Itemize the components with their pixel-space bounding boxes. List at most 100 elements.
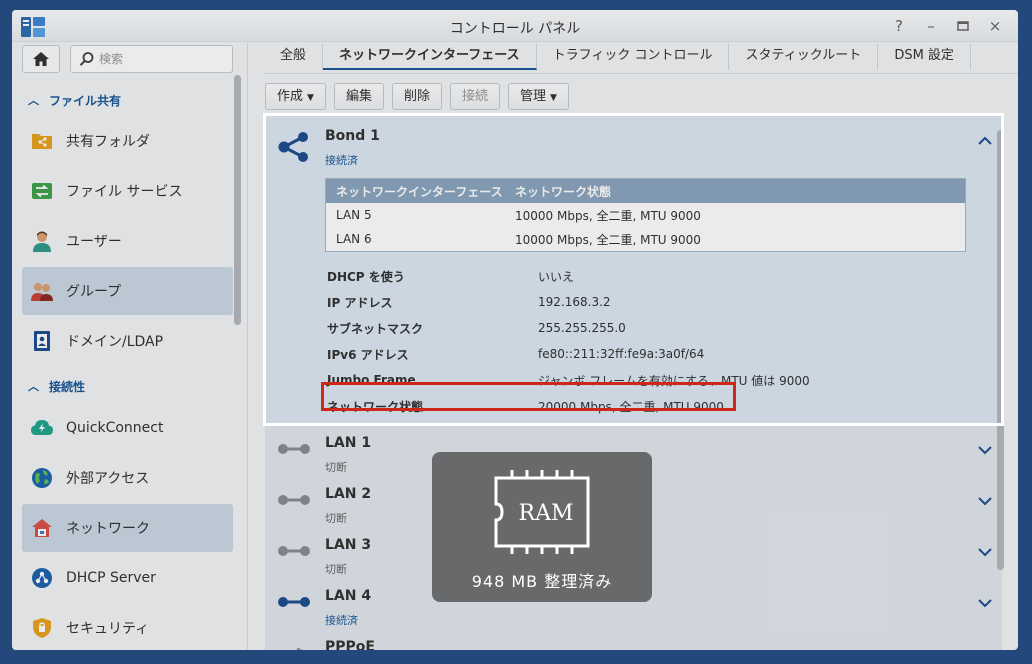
help-button[interactable]: ? xyxy=(888,15,910,37)
create-button[interactable]: 作成 ▼ xyxy=(265,83,326,110)
sidebar: ︿ ファイル共有 共有フォルダ ファイル サービス ユーザー グループ xyxy=(12,43,248,650)
sidebar-item-domain-ldap[interactable]: ドメイン/LDAP xyxy=(22,317,233,365)
close-button[interactable]: × xyxy=(984,15,1006,37)
table-row[interactable]: LAN 6 10000 Mbps, 全二重, MTU 9000 xyxy=(326,227,965,251)
dhcp-server-icon xyxy=(30,566,54,590)
cell-state: 10000 Mbps, 全二重, MTU 9000 xyxy=(515,208,701,223)
ram-chip-label: RAM xyxy=(519,501,574,526)
sidebar-item-label: 外部アクセス xyxy=(66,471,150,487)
cell-interface: LAN 5 xyxy=(336,208,372,222)
detail-key: IPv6 アドレス xyxy=(327,347,409,362)
toolbar: 作成 ▼ 編集 削除 接続 管理 ▼ xyxy=(265,83,569,111)
sidebar-item-dhcp-server[interactable]: DHCP Server xyxy=(22,554,233,602)
bond-status: 接続済 xyxy=(325,154,358,167)
interface-status: 切断 xyxy=(325,461,347,474)
section-header-file-sharing[interactable]: ︿ ファイル共有 xyxy=(12,87,247,113)
sidebar-item-external-access[interactable]: 外部アクセス xyxy=(22,454,233,502)
interface-name: LAN 2 xyxy=(325,486,372,502)
chevron-up-icon: ︿ xyxy=(28,380,39,393)
sidebar-item-label: ファイル サービス xyxy=(66,184,183,200)
chevron-up-icon[interactable] xyxy=(978,136,992,146)
file-services-icon xyxy=(30,179,54,203)
tab-dsm-settings[interactable]: DSM 設定 xyxy=(878,44,971,70)
detail-row-subnet: サブネットマスク 255.255.255.0 xyxy=(327,316,987,340)
user-icon xyxy=(30,229,54,253)
detail-row-ipv6: IPv6 アドレス fe80::211:32ff:fe9a:3a0f/64 xyxy=(327,342,987,366)
tab-static-route[interactable]: スタティックルート xyxy=(729,44,879,70)
chevron-down-icon[interactable] xyxy=(978,547,992,557)
ram-cleanup-toast: RAM 948 MB 整理済み xyxy=(432,452,652,602)
search-icon xyxy=(79,52,94,66)
cell-interface: LAN 6 xyxy=(336,232,372,246)
interface-status: 切断 xyxy=(325,563,347,576)
external-access-icon xyxy=(30,466,54,490)
sidebar-item-security[interactable]: セキュリティ xyxy=(22,604,233,650)
detail-value: 192.168.3.2 xyxy=(538,295,611,309)
interface-name: LAN 1 xyxy=(325,435,372,451)
sidebar-item-label: ユーザー xyxy=(66,234,122,250)
delete-button[interactable]: 削除 xyxy=(391,83,442,110)
detail-row-ip: IP アドレス 192.168.3.2 xyxy=(327,290,987,314)
interface-row-pppoe[interactable]: PPPoE xyxy=(265,633,1002,650)
detail-value: fe80::211:32ff:fe9a:3a0f/64 xyxy=(538,347,705,361)
interface-name: LAN 4 xyxy=(325,588,372,604)
edit-button[interactable]: 編集 xyxy=(333,83,384,110)
list-scrollbar[interactable] xyxy=(997,130,1004,570)
shield-icon xyxy=(30,616,54,640)
sidebar-item-user[interactable]: ユーザー xyxy=(22,217,233,265)
quickconnect-icon xyxy=(30,416,54,440)
tab-traffic-control[interactable]: トラフィック コントロール xyxy=(537,44,730,70)
window-title: コントロール パネル xyxy=(449,21,581,37)
chevron-down-icon[interactable] xyxy=(978,598,992,608)
network-state-highlight xyxy=(321,382,736,411)
sidebar-item-label: DHCP Server xyxy=(66,570,156,586)
connect-button[interactable]: 接続 xyxy=(449,83,500,110)
sidebar-item-group[interactable]: グループ xyxy=(22,267,233,315)
minimize-button[interactable]: – xyxy=(920,15,942,37)
tab-general[interactable]: 全般 xyxy=(264,44,324,70)
sidebar-item-label: セキュリティ xyxy=(66,621,150,637)
sidebar-item-quickconnect[interactable]: QuickConnect xyxy=(22,404,233,452)
sidebar-item-label: 共有フォルダ xyxy=(66,134,150,150)
network-icon xyxy=(30,516,54,540)
maximize-icon xyxy=(957,21,969,31)
interface-status: 切断 xyxy=(325,512,347,525)
search-field[interactable] xyxy=(70,45,233,73)
sidebar-item-label: ネットワーク xyxy=(66,521,150,537)
sidebar-item-shared-folder[interactable]: 共有フォルダ xyxy=(22,117,233,165)
caret-down-icon: ▼ xyxy=(550,93,557,103)
sidebar-item-network[interactable]: ネットワーク xyxy=(22,504,233,552)
detail-value: いいえ xyxy=(538,269,575,284)
pppoe-icon xyxy=(296,647,303,650)
bond-1-panel[interactable]: Bond 1 接続済 ネットワークインターフェース ネットワーク状態 LAN 5… xyxy=(265,116,1002,427)
maximize-button[interactable] xyxy=(952,15,974,37)
home-button[interactable] xyxy=(22,45,60,73)
section-label: 接続性 xyxy=(49,379,86,394)
sidebar-item-file-services[interactable]: ファイル サービス xyxy=(22,167,233,215)
chevron-down-icon[interactable] xyxy=(978,445,992,455)
title-bar: コントロール パネル ? – × xyxy=(12,10,1018,42)
sidebar-item-label: ドメイン/LDAP xyxy=(66,334,164,350)
ram-chip-icon: RAM xyxy=(494,470,590,554)
chevron-up-icon: ︿ xyxy=(28,94,39,107)
section-label: ファイル共有 xyxy=(49,93,122,108)
search-input[interactable] xyxy=(99,50,225,68)
group-icon xyxy=(30,279,54,303)
domain-ldap-icon xyxy=(30,329,54,353)
connected-link-icon xyxy=(278,597,310,607)
detail-key: DHCP を使う xyxy=(327,269,405,284)
cell-state: 10000 Mbps, 全二重, MTU 9000 xyxy=(515,232,701,247)
manage-button[interactable]: 管理 ▼ xyxy=(507,83,569,110)
tab-network-interface[interactable]: ネットワークインターフェース xyxy=(323,44,537,70)
home-icon xyxy=(33,52,49,66)
section-header-connectivity[interactable]: ︿ 接続性 xyxy=(12,373,247,399)
bond-title: Bond 1 xyxy=(325,128,380,144)
sidebar-item-label: グループ xyxy=(66,284,122,300)
disconnected-link-icon xyxy=(278,495,310,505)
interface-status: 接続済 xyxy=(325,614,358,627)
interface-name: PPPoE xyxy=(325,639,375,650)
caret-down-icon: ▼ xyxy=(307,93,314,103)
table-row[interactable]: LAN 5 10000 Mbps, 全二重, MTU 9000 xyxy=(326,203,965,227)
bond-icon xyxy=(278,132,308,162)
chevron-down-icon[interactable] xyxy=(978,496,992,506)
